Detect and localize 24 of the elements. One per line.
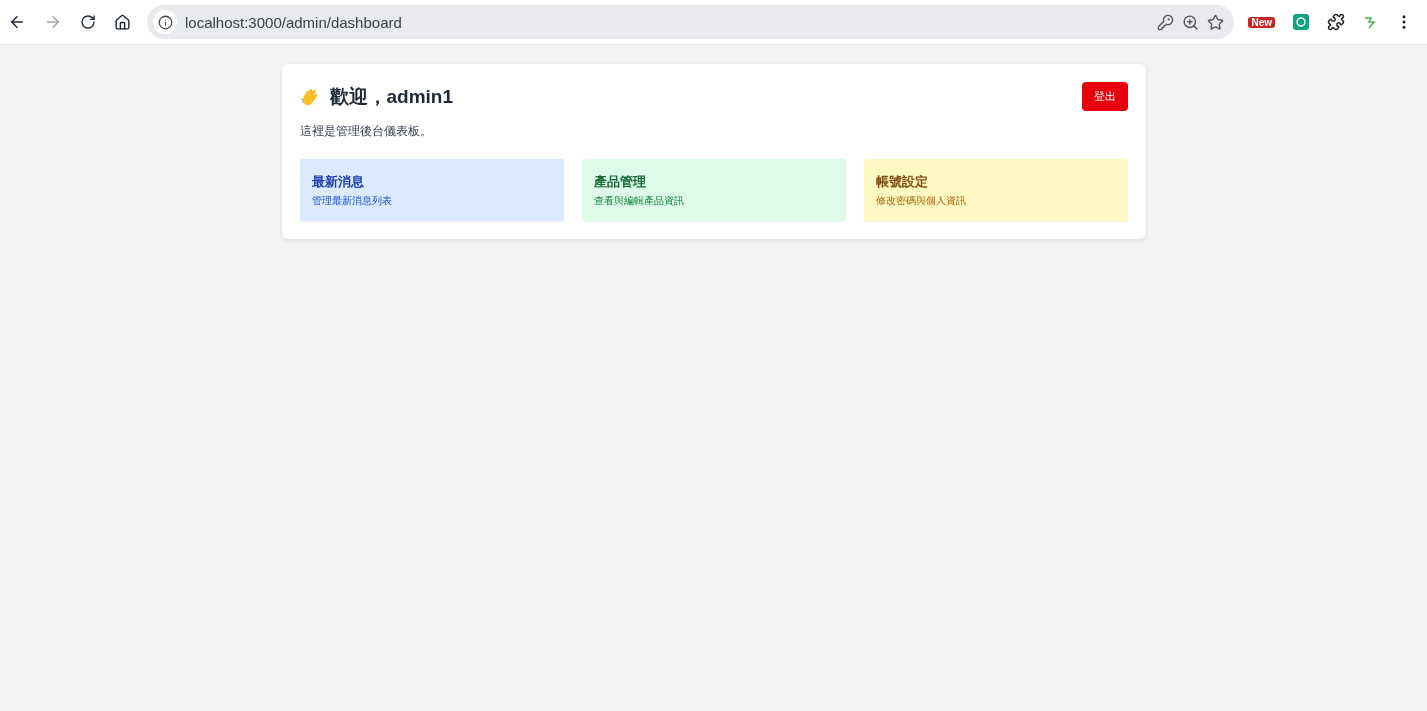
home-icon	[114, 13, 131, 31]
bookmark-star-icon[interactable]	[1207, 13, 1225, 31]
tile-description: 查看與編輯產品資訊	[593, 194, 685, 208]
zoom-icon[interactable]	[1182, 13, 1200, 31]
address-bar[interactable]: localhost:3000/admin/dashboard	[147, 5, 1235, 39]
dashboard-tile[interactable]: 產品管理 查看與編輯產品資訊	[581, 159, 846, 221]
logout-button[interactable]: 登出	[1081, 82, 1128, 111]
info-icon[interactable]	[153, 10, 177, 34]
tile-title: 帳號設定	[875, 173, 929, 191]
key-icon[interactable]	[1157, 13, 1175, 31]
dashboard-tile[interactable]: 帳號設定 修改密碼與個人資訊	[863, 159, 1128, 221]
extension-badge[interactable]: New	[1248, 16, 1275, 28]
tile-description: 管理最新消息列表	[311, 194, 393, 208]
welcome-heading: 歡迎，admin1	[329, 84, 454, 109]
tile-description: 修改密碼與個人資訊	[875, 194, 967, 208]
dashboard-tile[interactable]: 最新消息 管理最新消息列表	[299, 159, 564, 221]
dashboard-description: 這裡是管理後台儀表板。	[299, 123, 433, 140]
forward-arrow-icon	[44, 13, 62, 31]
reload-icon	[80, 14, 96, 30]
reload-button[interactable]	[78, 12, 98, 32]
tile-title: 最新消息	[311, 173, 365, 191]
extensions-icon[interactable]	[1327, 13, 1345, 31]
extension-icon[interactable]	[1293, 14, 1309, 30]
tile-title: 產品管理	[593, 173, 647, 191]
